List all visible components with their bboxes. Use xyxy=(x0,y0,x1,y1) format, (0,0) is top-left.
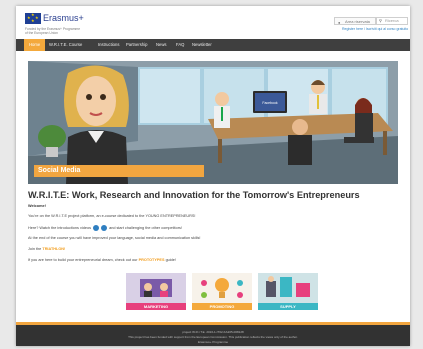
videos-paragraph: Here? Watch the introductions videos and… xyxy=(28,225,182,231)
nav-item-course[interactable]: W.R.I.T.E. Course xyxy=(49,39,82,51)
triathlon-paragraph: Join the TRIATHLON! xyxy=(28,247,65,251)
videos-text-before: Here? Watch the introductions videos xyxy=(28,226,91,230)
promoting-illustration xyxy=(192,273,252,303)
eu-flag-logo[interactable]: ★ ★ ★ ★ xyxy=(25,13,41,24)
footer-programme: Erasmus+ Programme xyxy=(197,340,229,344)
hero-caption: Social Media xyxy=(38,167,81,174)
brand-subtitle: Funded by the Erasmus+ Programme of the … xyxy=(25,27,103,35)
video-icon-2[interactable] xyxy=(101,225,108,231)
prototypes-paragraph: If you are here to build your entreprene… xyxy=(28,258,176,262)
card-supply[interactable]: SUPPLY xyxy=(258,273,318,310)
page: ★ ★ ★ ★ Erasmus+ Funded by the Erasmus+ Pro… xyxy=(16,6,410,346)
login-button[interactable]: ● Area riservata xyxy=(334,17,376,25)
prototypes-link[interactable]: PROTOTYPES xyxy=(139,258,165,262)
user-icon: ● xyxy=(338,20,341,25)
page-title: W.R.I.T.E: Work, Research and Innovation… xyxy=(28,190,360,200)
nav-item-faq[interactable]: FAQ xyxy=(176,39,184,51)
card-supply-label: SUPPLY xyxy=(258,303,318,310)
video-icon-1[interactable] xyxy=(93,225,100,231)
search-placeholder: Ricerca xyxy=(385,18,399,23)
intro-paragraph: You're on the W.R.I.T.E project platform… xyxy=(28,214,196,218)
nav-item-home[interactable]: Home xyxy=(24,39,46,51)
search-input[interactable]: ⚲ Ricerca xyxy=(376,17,408,25)
welcome-text: Welcome! xyxy=(28,204,46,208)
skills-paragraph: At the end of the course you will have i… xyxy=(28,236,201,240)
laptop-screen-text: Facebook xyxy=(262,101,278,105)
videos-text-after: and start challenging the other competit… xyxy=(109,226,182,230)
brand-subtitle-line2: of the European Union xyxy=(25,31,58,35)
footer-disclaimer: This project has been funded with suppor… xyxy=(128,335,298,339)
brand-name[interactable]: Erasmus+ xyxy=(43,13,84,23)
search-icon: ⚲ xyxy=(379,18,382,23)
triathlon-text: Join the xyxy=(28,247,42,251)
main-nav: Home W.R.I.T.E. Course Instructions Part… xyxy=(16,39,410,51)
supply-illustration xyxy=(258,273,318,303)
nav-item-newsletter[interactable]: Newsletter xyxy=(192,39,212,51)
nav-item-news[interactable]: News xyxy=(156,39,166,51)
footer-project: project W.R.I.T.E. 2016-1-IT02-KA205-008… xyxy=(182,330,244,334)
nav-item-partnership[interactable]: Partnership xyxy=(126,39,147,51)
site-header: ★ ★ ★ ★ Erasmus+ Funded by the Erasmus+ Pro… xyxy=(16,6,410,38)
card-marketing[interactable]: MARKETING xyxy=(126,273,186,310)
register-link[interactable]: Register here / Iscriviti qui al corso g… xyxy=(342,27,408,31)
prototypes-text-before: If you are here to build your entreprene… xyxy=(28,258,138,262)
card-marketing-label: MARKETING xyxy=(126,303,186,310)
site-footer: project W.R.I.T.E. 2016-1-IT02-KA205-008… xyxy=(16,322,410,346)
triathlon-link[interactable]: TRIATHLON! xyxy=(42,247,65,251)
card-promoting[interactable]: PROMOTING xyxy=(192,273,252,310)
prototypes-text-after: guide! xyxy=(165,258,176,262)
hero-banner[interactable]: Facebook Social Media xyxy=(28,61,398,184)
marketing-illustration xyxy=(126,273,186,303)
card-promoting-label: PROMOTING xyxy=(192,303,252,310)
login-label: Area riservata xyxy=(345,19,370,24)
nav-item-instructions[interactable]: Instructions xyxy=(98,39,119,51)
hero-caption-bar: Social Media xyxy=(34,165,204,177)
